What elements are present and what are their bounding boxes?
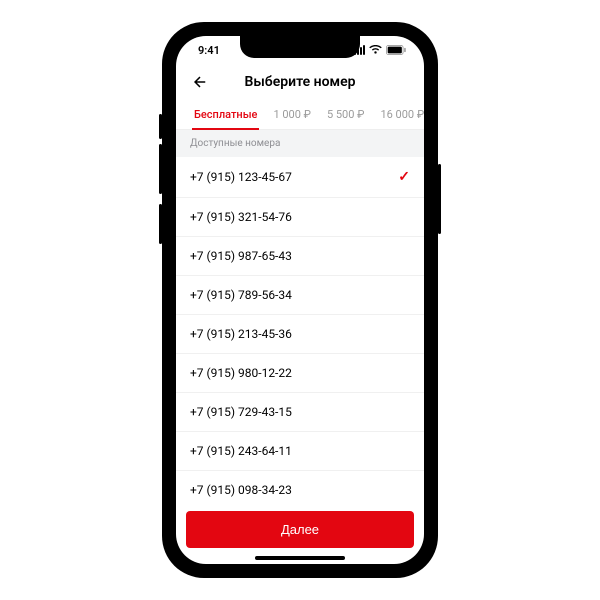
- home-indicator: [255, 556, 345, 560]
- number-value: +7 (915) 729-43-15: [190, 405, 292, 419]
- number-row[interactable]: +7 (915) 213-45-36: [176, 315, 424, 354]
- tab-2[interactable]: 5 500 ₽: [319, 102, 373, 129]
- number-row[interactable]: +7 (915) 789-56-34: [176, 276, 424, 315]
- bottom-bar: Далее: [176, 503, 424, 556]
- continue-button[interactable]: Далее: [186, 511, 414, 548]
- page-title: Выберите номер: [188, 74, 412, 90]
- tab-1[interactable]: 1 000 ₽: [265, 102, 319, 129]
- number-row[interactable]: +7 (915) 098-34-23: [176, 471, 424, 503]
- number-row[interactable]: +7 (915) 243-64-11: [176, 432, 424, 471]
- number-value: +7 (915) 987-65-43: [190, 249, 292, 263]
- number-row[interactable]: +7 (915) 321-54-76: [176, 198, 424, 237]
- number-value: +7 (915) 321-54-76: [190, 210, 292, 224]
- section-label: Доступные номера: [176, 130, 424, 157]
- battery-icon: [386, 45, 406, 55]
- number-row[interactable]: +7 (915) 729-43-15: [176, 393, 424, 432]
- number-value: +7 (915) 789-56-34: [190, 288, 292, 302]
- header: Выберите номер: [176, 64, 424, 102]
- number-row[interactable]: +7 (915) 980-12-22: [176, 354, 424, 393]
- screen: 9:41 Выберите номер Бесплатные1 000 ₽5 5…: [176, 36, 424, 564]
- number-value: +7 (915) 213-45-36: [190, 327, 292, 341]
- number-row[interactable]: +7 (915) 123-45-67 ✓: [176, 157, 424, 198]
- notch: [240, 36, 360, 58]
- tab-3[interactable]: 16 000 ₽: [372, 102, 424, 129]
- numbers-list[interactable]: +7 (915) 123-45-67 ✓ +7 (915) 321-54-76 +7 …: [176, 157, 424, 503]
- tab-0[interactable]: Бесплатные: [186, 102, 265, 129]
- device-frame: 9:41 Выберите номер Бесплатные1 000 ₽5 5…: [164, 24, 436, 576]
- wifi-icon: [369, 45, 382, 55]
- number-value: +7 (915) 243-64-11: [190, 444, 292, 458]
- number-row[interactable]: +7 (915) 987-65-43: [176, 237, 424, 276]
- number-value: +7 (915) 980-12-22: [190, 366, 292, 380]
- check-icon: ✓: [398, 169, 410, 185]
- status-time: 9:41: [198, 44, 220, 57]
- price-tabs: Бесплатные1 000 ₽5 500 ₽16 000 ₽: [176, 102, 424, 130]
- number-value: +7 (915) 123-45-67: [190, 170, 292, 184]
- number-value: +7 (915) 098-34-23: [190, 483, 292, 497]
